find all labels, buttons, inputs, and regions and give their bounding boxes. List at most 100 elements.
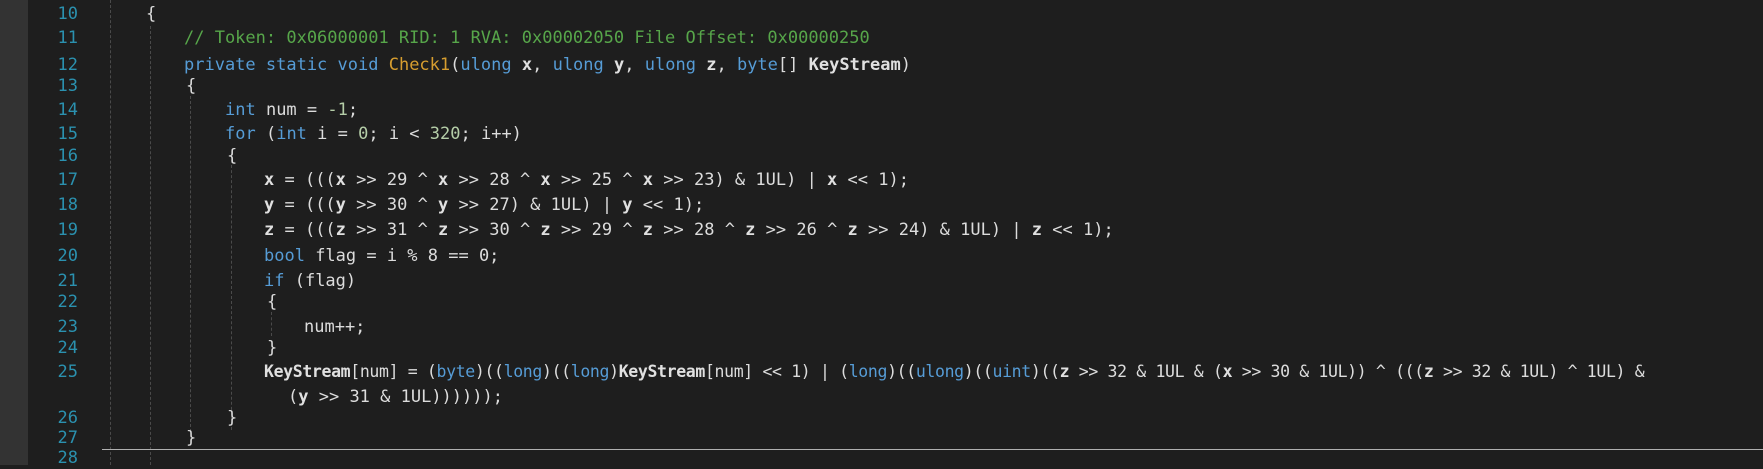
code-editor[interactable]: 10 11 12 13 14 15 16 17 18 19 20 21 22 2… [0,0,1763,468]
code-line[interactable]: KeyStream[num] = (byte)((long)((long)Key… [264,361,1645,383]
keyword: for [225,124,256,144]
code-text: (flag) [284,271,357,291]
line-number: 12 [57,55,78,75]
code-text: >> 32 & 1UL) ^ 1UL) & [1433,362,1645,381]
line-number: 16 [57,146,78,166]
line-number: 27 [57,428,78,448]
variable: x [540,170,551,190]
keyword: long [503,362,543,381]
type: ulong [644,55,696,75]
code-line[interactable]: z = (((z >> 31 ^ z >> 30 ^ z >> 29 ^ z >… [264,219,1114,241]
line-number: 25 [57,362,78,382]
code-line[interactable]: // Token: 0x06000001 RID: 1 RVA: 0x00002… [184,27,870,49]
code-line[interactable]: { [267,291,277,313]
line-number: 11 [57,28,78,48]
code-line[interactable]: num++; [304,316,365,338]
code-line[interactable]: if (flag) [264,270,356,292]
line-number: 10 [57,4,78,24]
code-text: << 1); [632,195,705,215]
code-text: >> 23) & 1UL) | [653,170,828,190]
code-text: ( [255,124,277,144]
type: ulong [552,55,604,75]
paren: ) [900,55,912,75]
code-text: ; [347,100,359,120]
code-line-wrap[interactable]: (y >> 31 & 1UL)))))); [288,386,503,408]
code-line[interactable]: int num = -1; [225,99,358,121]
code-text: >> 30 ^ [448,220,541,240]
code-text: ; i < [368,124,430,144]
line-number: 19 [57,220,78,240]
code-text: ; i++) [460,124,522,144]
code-line[interactable]: { [186,75,196,97]
code-text: >> 26 ^ [755,220,848,240]
code-line[interactable]: { [227,145,237,167]
indent-guide [150,26,151,465]
variable: z [745,220,756,240]
variable: z [1423,362,1434,381]
editor-margin [0,0,28,465]
keyword: private static void [184,55,379,75]
keyword: bool [264,246,305,266]
brace: } [186,428,197,448]
line-number: 17 [57,170,78,190]
variable: x [1222,362,1233,381]
variable: x [827,170,838,190]
code-line[interactable]: } [227,407,237,429]
paren: ( [450,55,461,75]
number: -1 [327,100,348,120]
brace: { [186,76,197,96]
code-text: num = [255,100,328,120]
code-text: )(( [541,362,571,381]
indent-guide [110,0,111,465]
code-text: >> 28 ^ [653,220,746,240]
code-line[interactable]: y = (((y >> 30 ^ y >> 27) & 1UL) | y << … [264,194,704,216]
code-text: >> 30 & 1UL)) ^ ((( [1232,362,1424,381]
indent-guide [271,312,272,336]
code-line[interactable]: } [267,337,277,359]
variable: y [438,195,449,215]
code-text: )(( [1030,362,1060,381]
code-text: num++; [304,317,366,337]
code-text: >> 24) & 1UL) | [857,220,1032,240]
line-number: 20 [57,246,78,266]
line-number: 23 [57,317,78,337]
code-line[interactable]: { [146,3,156,25]
comma: , [624,55,635,75]
keyword: byte [436,362,476,381]
variable: y [335,195,346,215]
variable: x [264,170,275,190]
code-text: >> 28 ^ [448,170,541,190]
brace: } [267,338,278,358]
code-text: >> 27) & 1UL) | [448,195,623,215]
code-text: = ((( [274,195,336,215]
line-number: 24 [57,338,78,358]
line-number: 18 [57,195,78,215]
method-name: Check1 [388,55,451,75]
code-line[interactable]: bool flag = i % 8 == 0; [264,245,499,267]
code-text: >> 31 ^ [345,220,439,240]
variable: z [438,220,449,240]
brace: } [227,408,238,428]
line-number: 22 [57,292,78,312]
variable: x [642,170,654,190]
type: ulong [460,55,512,75]
keyword: long [848,362,888,381]
comma: , [716,55,727,75]
code-text: [num] = ( [350,362,437,381]
code-text: )(( [474,362,504,381]
brace: { [146,4,157,24]
code-line[interactable]: } [186,427,196,449]
code-text: [num] << 1) | ( [704,362,849,381]
code-line[interactable]: private static void Check1(ulong x, ulon… [184,54,911,76]
code-text: = ((( [274,170,336,190]
type: byte [736,55,778,75]
param: x [521,55,533,75]
number: 320 [429,124,461,144]
variable: y [622,195,633,215]
code-line[interactable]: for (int i = 0; i < 320; i++) [225,123,522,145]
code-text: flag = i % 8 == 0; [304,246,500,266]
variable: KeyStream [264,362,351,381]
current-line-indicator [102,449,1763,450]
code-text: >> 31 & 1UL)))))); [308,387,503,407]
code-line[interactable]: x = (((x >> 29 ^ x >> 28 ^ x >> 25 ^ x >… [264,169,909,191]
